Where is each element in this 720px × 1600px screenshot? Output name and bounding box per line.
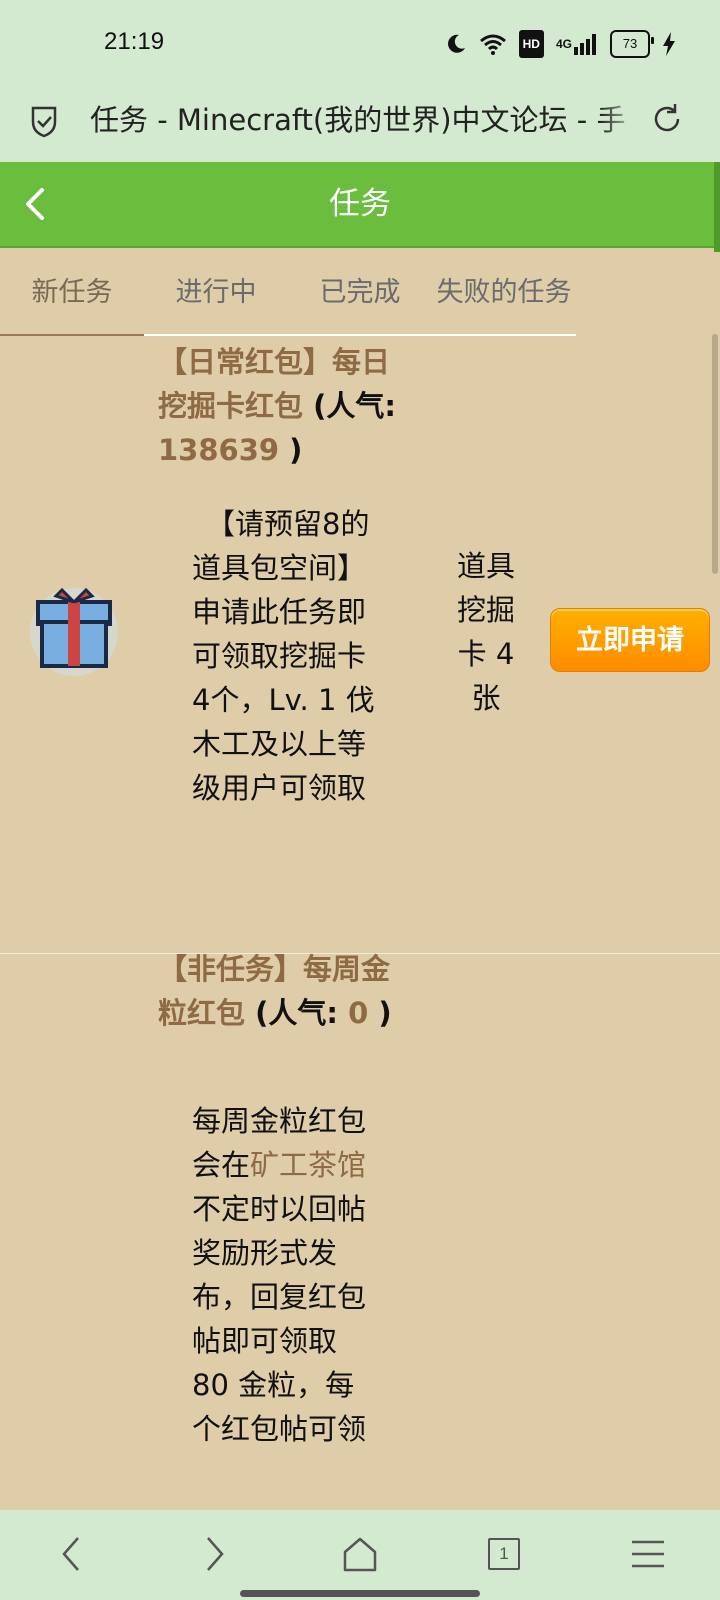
- task-item: 【日常红包】每日挖掘卡红包 (人气: 138639 ) 【请预留8的道具包空间】…: [0, 336, 720, 954]
- home-icon[interactable]: [334, 1530, 386, 1578]
- task-title: 【日常红包】每日挖掘卡红包 (人气: 138639 ): [158, 340, 418, 472]
- description-text: 不定时以回帖奖励形式发布，回复红包帖即可领取 80 金粒，每个红包帖可领: [192, 1192, 367, 1446]
- signal-icon: 4G: [556, 30, 598, 58]
- browser-bottom-nav: 1: [0, 1510, 720, 1600]
- popularity-value: 0: [348, 996, 369, 1030]
- status-bar: 21:19 HD 4G 73: [0, 0, 720, 86]
- tab-failed[interactable]: 失败的任务: [432, 250, 576, 336]
- task-description: 每周金粒红包会在矿工茶馆不定时以回帖奖励形式发布，回复红包帖即可领取 80 金粒…: [192, 1099, 382, 1451]
- home-indicator[interactable]: [240, 1590, 480, 1597]
- tab-new-tasks[interactable]: 新任务: [0, 250, 144, 336]
- tabs-icon[interactable]: 1: [478, 1530, 530, 1578]
- menu-icon[interactable]: [622, 1530, 674, 1578]
- popularity-suffix: ): [279, 433, 303, 467]
- page-title: 任务: [329, 186, 391, 222]
- popularity-label: (人气:: [303, 389, 396, 423]
- apply-button[interactable]: 立即申请: [550, 608, 710, 672]
- battery-indicator: 73: [610, 30, 654, 58]
- task-title: 【非任务】每周金粒红包 (人气: 0 ): [158, 947, 418, 1035]
- status-time: 21:19: [104, 28, 165, 55]
- gift-icon: [28, 580, 120, 676]
- network-label: 4G: [555, 37, 572, 51]
- app-header: 任务: [0, 162, 720, 252]
- shield-icon[interactable]: [30, 104, 58, 138]
- charging-icon: [662, 30, 676, 58]
- tab-completed[interactable]: 已完成: [288, 250, 432, 336]
- task-description: 【请预留8的道具包空间】申请此任务即可领取挖掘卡4个，Lv. 1 伐木工及以上等…: [192, 507, 375, 805]
- page-title-url[interactable]: 任务 - Minecraft(我的世界)中文论坛 - 手: [90, 100, 640, 140]
- moon-icon: [445, 30, 467, 58]
- teahouse-link[interactable]: 矿工茶馆: [250, 1148, 366, 1182]
- task-reward: 道具挖掘卡 4 张: [456, 549, 515, 715]
- task-item: 【非任务】每周金粒红包 (人气: 0 ) 每周金粒红包会在矿工茶馆不定时以回帖奖…: [0, 952, 720, 1511]
- popularity-suffix: ): [368, 996, 392, 1030]
- scrollbar-thumb[interactable]: [714, 162, 720, 252]
- hd-badge: HD: [518, 30, 544, 58]
- tab-count: 1: [488, 1538, 520, 1570]
- status-icons: HD 4G 73: [445, 30, 676, 58]
- task-tabs: 新任务 进行中 已完成 失败的任务: [0, 250, 576, 336]
- popularity-label: (人气:: [245, 996, 349, 1030]
- popularity-value: 138639: [158, 433, 280, 467]
- forward-arrow-icon[interactable]: [188, 1530, 240, 1578]
- browser-address-bar: 任务 - Minecraft(我的世界)中文论坛 - 手: [0, 86, 720, 162]
- tab-in-progress[interactable]: 进行中: [144, 250, 288, 336]
- wifi-icon: [479, 30, 507, 58]
- back-arrow-icon[interactable]: [46, 1530, 98, 1578]
- refresh-icon[interactable]: [650, 102, 684, 136]
